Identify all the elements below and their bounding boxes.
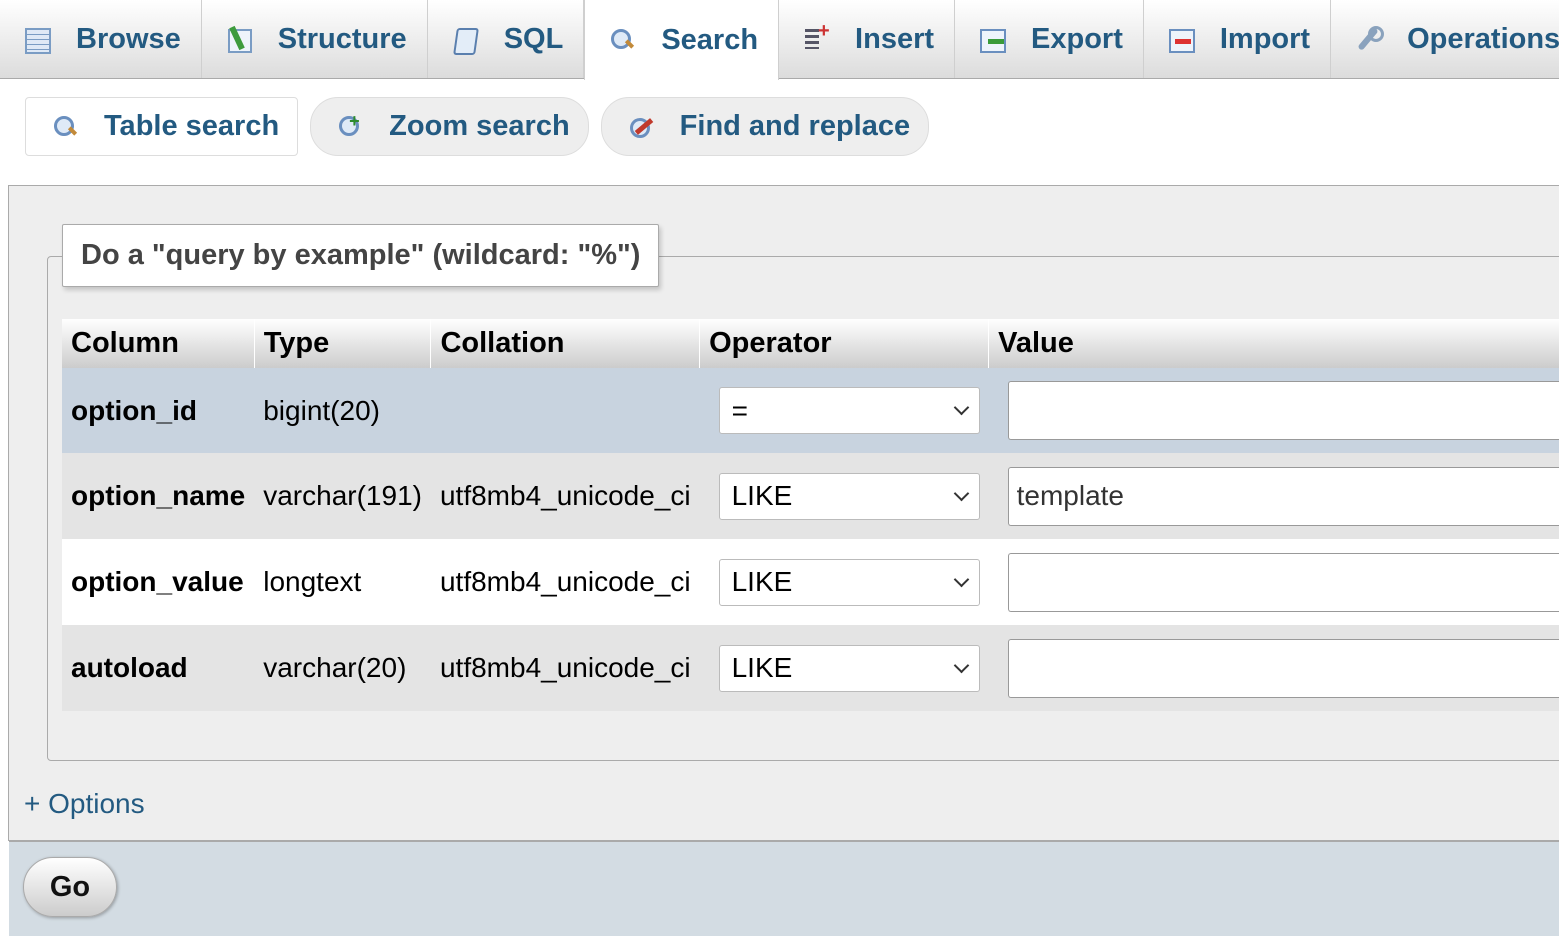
structure-icon — [226, 26, 252, 53]
operator-cell: LIKE — [699, 453, 989, 539]
column-type: longtext — [254, 539, 431, 625]
operator-cell: LIKE — [699, 625, 989, 711]
tab-search[interactable]: Search — [584, 0, 780, 80]
column-name: option_name — [62, 453, 255, 539]
tab-browse-label: Browse — [76, 22, 181, 55]
tab-browse[interactable]: Browse — [0, 0, 202, 78]
column-type: bigint(20) — [254, 368, 431, 453]
tab-operations-label: Operations — [1407, 22, 1559, 55]
value-cell — [988, 368, 1559, 453]
search-subnav: Table search Zoom search Find and replac… — [25, 97, 930, 156]
wrench-icon — [1355, 26, 1385, 52]
value-input[interactable] — [1007, 466, 1559, 526]
tab-sql-label: SQL — [503, 22, 564, 55]
table-icon — [24, 26, 51, 54]
column-type: varchar(191) — [254, 453, 431, 539]
value-cell — [988, 625, 1559, 711]
go-button[interactable]: Go — [23, 857, 117, 917]
find-replace-icon — [628, 114, 654, 140]
header-type: Type — [254, 319, 432, 368]
operator-selected-value: LIKE — [731, 480, 793, 511]
subtab-find-replace[interactable]: Find and replace — [600, 97, 930, 156]
tab-structure-label: Structure — [277, 22, 407, 55]
tab-import[interactable]: Import — [1144, 0, 1332, 78]
table-row: option_value longtext utf8mb4_unicode_ci… — [62, 539, 1559, 625]
value-input[interactable] — [1007, 381, 1559, 440]
header-operator: Operator — [699, 319, 990, 368]
table-row: option_name varchar(191) utf8mb4_unicode… — [62, 453, 1559, 539]
sql-icon — [452, 26, 478, 52]
value-input[interactable] — [1007, 552, 1559, 612]
subtab-zoom-search-label: Zoom search — [389, 110, 570, 142]
search-icon — [609, 27, 635, 53]
tab-search-label: Search — [661, 23, 759, 56]
column-name: option_value — [62, 539, 255, 625]
chevron-down-icon — [953, 571, 969, 587]
search-criteria-table: Column Type Collation Operator Value opt… — [62, 319, 1559, 711]
subtab-table-search-label: Table search — [104, 110, 280, 142]
export-icon — [979, 26, 1007, 53]
search-icon — [52, 114, 78, 140]
tab-export[interactable]: Export — [955, 0, 1144, 78]
operator-cell: = — [699, 368, 989, 453]
subtab-table-search[interactable]: Table search — [25, 97, 299, 156]
form-footer: Go — [9, 841, 1559, 936]
insert-icon — [803, 20, 830, 52]
operator-cell: LIKE — [699, 539, 989, 625]
column-collation: utf8mb4_unicode_ci — [430, 453, 700, 539]
column-type: varchar(20) — [254, 625, 431, 711]
tab-import-label: Import — [1219, 22, 1311, 55]
search-form-panel: Do a "query by example" (wildcard: "%") … — [8, 185, 1559, 936]
chevron-down-icon — [953, 485, 969, 501]
tab-sql[interactable]: SQL — [428, 0, 585, 78]
operator-select[interactable]: LIKE — [718, 472, 980, 520]
tab-insert-label: Insert — [855, 22, 935, 55]
column-name: option_id — [62, 368, 255, 453]
fieldset-legend: Do a "query by example" (wildcard: "%") — [62, 224, 660, 287]
table-header-row: Column Type Collation Operator Value — [62, 319, 1559, 368]
tab-insert[interactable]: Insert — [779, 0, 956, 78]
table-row: option_id bigint(20) = — [62, 368, 1559, 453]
header-column: Column — [62, 319, 255, 368]
subtab-zoom-search[interactable]: Zoom search — [310, 97, 589, 156]
subtab-find-replace-label: Find and replace — [679, 110, 911, 142]
operator-selected-value: LIKE — [731, 652, 793, 683]
operator-selected-value: LIKE — [731, 566, 793, 597]
column-collation — [430, 368, 700, 453]
value-cell — [988, 539, 1559, 625]
top-tab-bar: Browse Structure SQL Search Insert Expor… — [0, 0, 1559, 80]
value-input[interactable] — [1007, 638, 1559, 698]
operator-select[interactable]: LIKE — [718, 558, 980, 606]
chevron-down-icon — [953, 657, 969, 673]
value-cell — [988, 453, 1559, 539]
operator-selected-value: = — [731, 394, 748, 426]
operator-select[interactable]: LIKE — [718, 644, 980, 692]
tab-structure[interactable]: Structure — [202, 0, 428, 78]
operator-select[interactable]: = — [718, 387, 980, 434]
chevron-down-icon — [953, 399, 969, 416]
column-collation: utf8mb4_unicode_ci — [430, 539, 700, 625]
header-collation: Collation — [430, 319, 701, 368]
header-value: Value — [988, 319, 1559, 368]
tab-export-label: Export — [1031, 22, 1123, 55]
column-name: autoload — [62, 625, 255, 711]
options-toggle-link[interactable]: + Options — [24, 788, 145, 820]
table-row: autoload varchar(20) utf8mb4_unicode_ci … — [62, 625, 1559, 711]
tab-operations[interactable]: Operations — [1331, 0, 1559, 78]
column-collation: utf8mb4_unicode_ci — [430, 625, 700, 711]
zoom-icon — [337, 111, 363, 140]
import-icon — [1168, 26, 1195, 53]
